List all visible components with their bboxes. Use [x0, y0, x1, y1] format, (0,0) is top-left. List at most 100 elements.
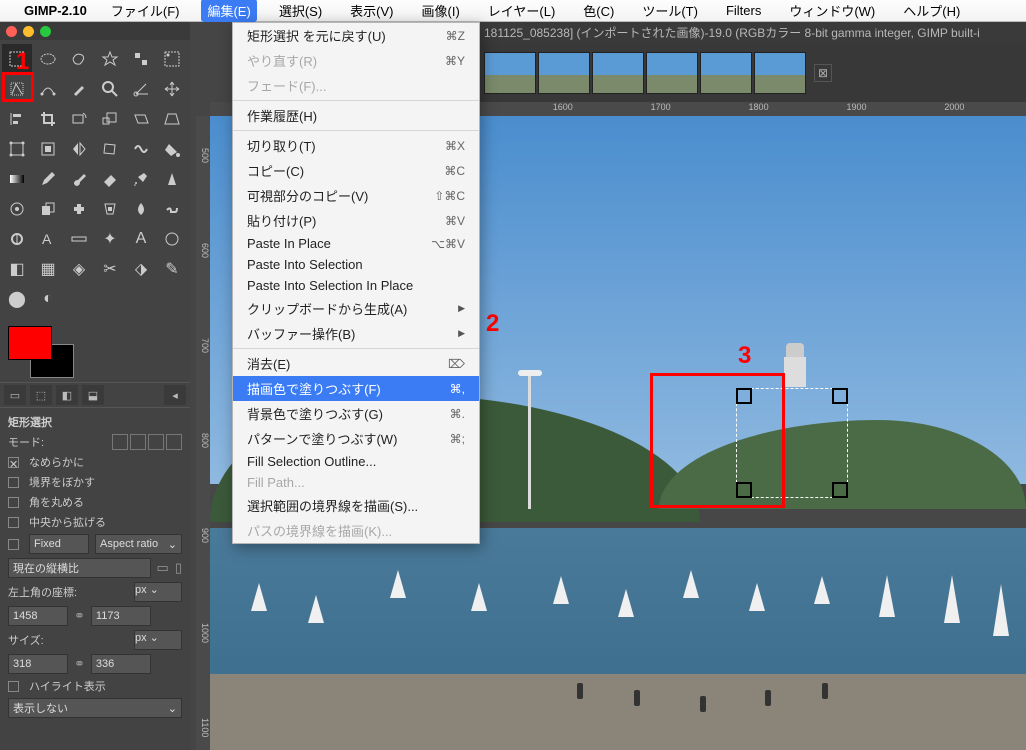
tool-ink[interactable]: [157, 164, 187, 194]
tool-extra2[interactable]: ◐: [33, 284, 63, 314]
menu-view[interactable]: 表示(V): [344, 0, 399, 22]
opt-tab-2[interactable]: ⬚: [30, 385, 52, 405]
mode-add[interactable]: [130, 434, 146, 450]
selection-handle-br[interactable]: [832, 482, 848, 498]
tool-clone[interactable]: [33, 194, 63, 224]
tool-heal[interactable]: [64, 194, 94, 224]
edit-fill-pattern[interactable]: パターンで塗りつぶす(W)⌘;: [233, 426, 479, 451]
menu-select[interactable]: 選択(S): [273, 0, 328, 22]
menu-file[interactable]: ファイル(F): [105, 0, 186, 22]
menu-image[interactable]: 画像(I): [416, 0, 466, 22]
opt-tab-4[interactable]: ⬓: [82, 385, 104, 405]
selection-handle-tr[interactable]: [832, 388, 848, 404]
menu-window[interactable]: ウィンドウ(W): [783, 0, 881, 22]
tool-gradient[interactable]: [2, 164, 32, 194]
edit-paste[interactable]: 貼り付け(P)⌘V: [233, 208, 479, 233]
tool-perspective-clone[interactable]: [95, 194, 125, 224]
edit-fill-outline[interactable]: Fill Selection Outline...: [233, 451, 479, 472]
tool-unified-transform[interactable]: [2, 134, 32, 164]
edit-copy-visible[interactable]: 可視部分のコピー(V)⇧⌘C: [233, 183, 479, 208]
menu-help[interactable]: ヘルプ(H): [897, 0, 966, 22]
tool-gegl[interactable]: [157, 224, 187, 254]
close-button[interactable]: [6, 26, 17, 37]
edit-fill-path[interactable]: Fill Path...: [233, 472, 479, 493]
image-thumb[interactable]: [646, 52, 698, 94]
opt-tab-menu[interactable]: ◂: [164, 385, 186, 405]
image-thumb[interactable]: [538, 52, 590, 94]
edit-buffer[interactable]: バッファー操作(B)▶: [233, 321, 479, 346]
tool-paintbrush[interactable]: [64, 164, 94, 194]
edit-redo[interactable]: やり直す(R)⌘Y: [233, 48, 479, 73]
tool-align[interactable]: [2, 104, 32, 134]
tool-move[interactable]: [157, 74, 187, 104]
tool-path2[interactable]: ✦: [95, 224, 125, 254]
tool-measure[interactable]: [126, 74, 156, 104]
tool-mypaint[interactable]: [2, 194, 32, 224]
tool-cage[interactable]: [95, 134, 125, 164]
edit-paste-into-selection[interactable]: Paste Into Selection: [233, 254, 479, 275]
image-thumb[interactable]: [592, 52, 644, 94]
edit-fade[interactable]: フェード(F)...: [233, 73, 479, 98]
tool-blur[interactable]: [126, 194, 156, 224]
opt-tab-3[interactable]: ◧: [56, 385, 78, 405]
edit-paste-into-selection-inplace[interactable]: Paste Into Selection In Place: [233, 275, 479, 296]
edit-fill-bg[interactable]: 背景色で塗りつぶす(G)⌘.: [233, 401, 479, 426]
tool-measure2[interactable]: [64, 224, 94, 254]
orient-icon2[interactable]: ▯: [175, 560, 182, 576]
tool-pencil[interactable]: [33, 164, 63, 194]
tool-scale[interactable]: [95, 104, 125, 134]
tool-handle-transform[interactable]: [33, 134, 63, 164]
tool-free-select[interactable]: [64, 44, 94, 74]
tool-op5[interactable]: ✎: [157, 254, 187, 284]
tool-text2[interactable]: A: [126, 224, 156, 254]
tool-extra1[interactable]: ⬤: [2, 284, 32, 314]
edit-stroke-selection[interactable]: 選択範囲の境界線を描画(S)...: [233, 493, 479, 518]
menu-layer[interactable]: レイヤー(L): [482, 0, 562, 22]
tool-op1[interactable]: ▦: [33, 254, 63, 284]
fg-color[interactable]: [8, 326, 52, 360]
fixed-dropdown[interactable]: Fixed: [29, 534, 89, 554]
edit-history[interactable]: 作業履歴(H): [233, 103, 479, 128]
tool-smudge[interactable]: [157, 194, 187, 224]
opt-tab-1[interactable]: ▭: [4, 385, 26, 405]
tool-shear[interactable]: [126, 104, 156, 134]
show-dropdown[interactable]: 表示しない⌄: [8, 698, 182, 718]
size-w-field[interactable]: [8, 654, 68, 674]
tool-iscissors[interactable]: [157, 44, 187, 74]
link-icon[interactable]: ⚭: [74, 656, 85, 672]
expand-check[interactable]: [8, 517, 19, 528]
menu-color[interactable]: 色(C): [577, 0, 620, 22]
image-thumb[interactable]: [484, 52, 536, 94]
link-icon[interactable]: ⚭: [74, 608, 85, 624]
size-unit[interactable]: px ⌄: [134, 630, 182, 650]
edit-clear[interactable]: 消去(E)⌦: [233, 351, 479, 376]
tool-perspective[interactable]: [157, 104, 187, 134]
antialias-check[interactable]: ✕: [8, 457, 19, 468]
menu-edit[interactable]: 編集(E): [201, 0, 256, 22]
tool-airbrush[interactable]: [126, 164, 156, 194]
tool-fuzzy-select[interactable]: [95, 44, 125, 74]
mode-intersect[interactable]: [166, 434, 182, 450]
edit-fill-fg[interactable]: 描画色で塗りつぶす(F)⌘,: [233, 376, 479, 401]
edit-copy[interactable]: コピー(C)⌘C: [233, 158, 479, 183]
edit-stroke-path[interactable]: パスの境界線を描画(K)...: [233, 518, 479, 543]
edit-paste-in-place[interactable]: Paste In Place⌥⌘V: [233, 233, 479, 254]
menu-tools[interactable]: ツール(T): [636, 0, 704, 22]
tool-ellipse-select[interactable]: [33, 44, 63, 74]
rounded-check[interactable]: [8, 497, 19, 508]
tool-paths[interactable]: [33, 74, 63, 104]
tool-zoom[interactable]: [95, 74, 125, 104]
tool-op2[interactable]: ◈: [64, 254, 94, 284]
size-h-field[interactable]: [91, 654, 151, 674]
edit-from-clipboard[interactable]: クリップボードから生成(A)▶: [233, 296, 479, 321]
menu-filters[interactable]: Filters: [720, 1, 767, 20]
zoom-button[interactable]: [40, 26, 51, 37]
tool-text[interactable]: A: [33, 224, 63, 254]
edit-cut[interactable]: 切り取り(T)⌘X: [233, 133, 479, 158]
mode-replace[interactable]: [112, 434, 128, 450]
edit-undo[interactable]: 矩形選択 を元に戻す(U)⌘Z: [233, 23, 479, 48]
close-tab-button[interactable]: ⊠: [814, 64, 832, 82]
pos-unit[interactable]: px ⌄: [134, 582, 182, 602]
tool-color-picker[interactable]: [64, 74, 94, 104]
orient-icon[interactable]: ▭: [157, 560, 169, 576]
